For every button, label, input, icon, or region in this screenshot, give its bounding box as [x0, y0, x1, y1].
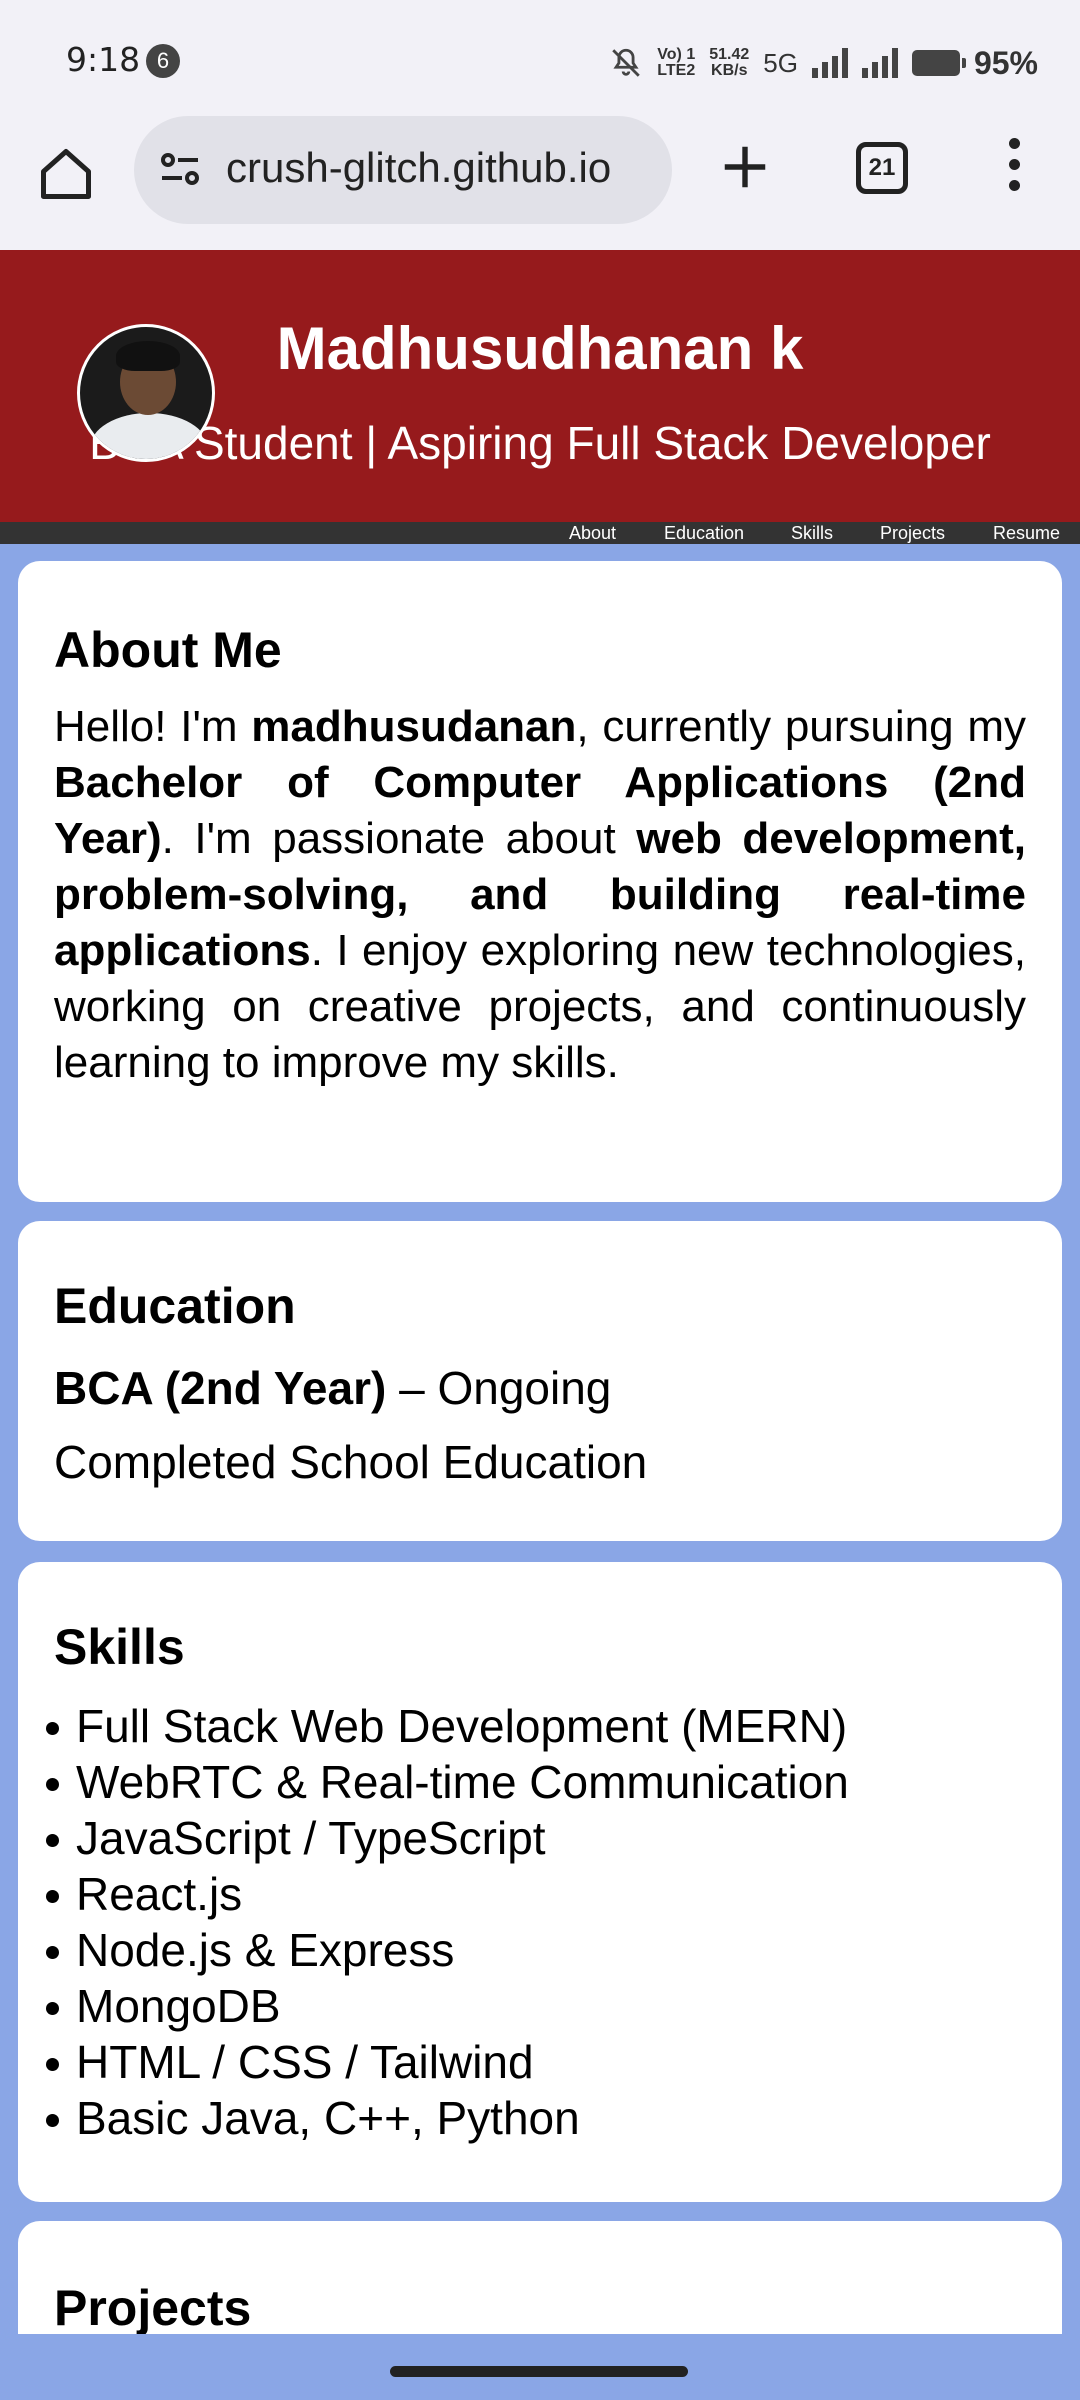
more-menu-icon[interactable]	[1000, 138, 1028, 198]
about-title: About Me	[54, 622, 282, 678]
nav-about[interactable]: About	[569, 522, 616, 544]
education-section: Education BCA (2nd Year) – Ongoing Compl…	[18, 1221, 1062, 1541]
network-label-bottom: LTE2	[657, 62, 696, 79]
list-item: JavaScript / TypeScript	[18, 1810, 849, 1866]
network-type: 5G	[763, 47, 798, 78]
list-item: MongoDB	[18, 1978, 849, 2034]
new-tab-icon[interactable]	[718, 140, 772, 194]
battery-icon	[911, 50, 966, 76]
signal-bars-icon	[811, 48, 848, 78]
status-bar: 9:18 6 Vo) 1 LTE2 51.42 KB/s 5G 95%	[0, 0, 1080, 116]
nav-projects[interactable]: Projects	[880, 522, 945, 544]
education-degree: BCA (2nd Year) – Ongoing	[54, 1362, 612, 1414]
list-item: React.js	[18, 1866, 849, 1922]
skills-title: Skills	[54, 1619, 185, 1675]
site-header: Madhusudhanan k BCA Student | Aspiring F…	[0, 250, 1080, 522]
skills-list: Full Stack Web Development (MERN) WebRTC…	[18, 1698, 849, 2146]
gesture-bar	[0, 2334, 1080, 2400]
network-speed-unit: KB/s	[711, 62, 748, 79]
mute-bell-icon	[612, 48, 641, 77]
skills-section: Skills Full Stack Web Development (MERN)…	[18, 1562, 1062, 2202]
projects-title: Projects	[54, 2280, 252, 2336]
signal-bars-2-icon	[861, 48, 898, 78]
list-item: Node.js & Express	[18, 1922, 849, 1978]
about-section: About Me Hello! I'm madhusudanan, curren…	[18, 561, 1062, 1202]
network-speed-value: 51.42	[709, 46, 750, 63]
list-item: Full Stack Web Development (MERN)	[18, 1698, 849, 1754]
profile-avatar	[77, 324, 215, 462]
nav-skills[interactable]: Skills	[791, 522, 833, 544]
notification-count-badge: 6	[146, 44, 180, 78]
network-label: Vo) 1 LTE2	[657, 47, 695, 79]
site-nav: About Education Skills Projects Resume	[0, 522, 1080, 544]
education-title: Education	[54, 1278, 296, 1334]
network-speed: 51.42 KB/s	[709, 47, 749, 79]
home-indicator[interactable]	[390, 2366, 688, 2377]
tab-switcher-button[interactable]: 21	[856, 142, 908, 194]
network-label-top: Vo) 1	[657, 46, 696, 63]
home-icon[interactable]	[36, 144, 96, 204]
nav-education[interactable]: Education	[664, 522, 744, 544]
status-time: 9:18	[66, 40, 141, 79]
education-school: Completed School Education	[54, 1436, 648, 1488]
site-settings-icon[interactable]	[156, 146, 204, 194]
list-item: WebRTC & Real-time Communication	[18, 1754, 849, 1810]
about-text: Hello! I'm madhusudanan, currently pursu…	[54, 702, 1026, 1087]
status-icons: Vo) 1 LTE2 51.42 KB/s 5G 95%	[609, 38, 1038, 88]
url-text: crush-glitch.github.io	[226, 144, 612, 191]
list-item: Basic Java, C++, Python	[18, 2090, 849, 2146]
list-item: HTML / CSS / Tailwind	[18, 2034, 849, 2090]
address-bar[interactable]: crush-glitch.github.io	[134, 116, 672, 224]
battery-percent: 95%	[973, 44, 1038, 81]
browser-toolbar: crush-glitch.github.io 21	[0, 116, 1080, 250]
nav-resume[interactable]: Resume	[993, 522, 1060, 544]
